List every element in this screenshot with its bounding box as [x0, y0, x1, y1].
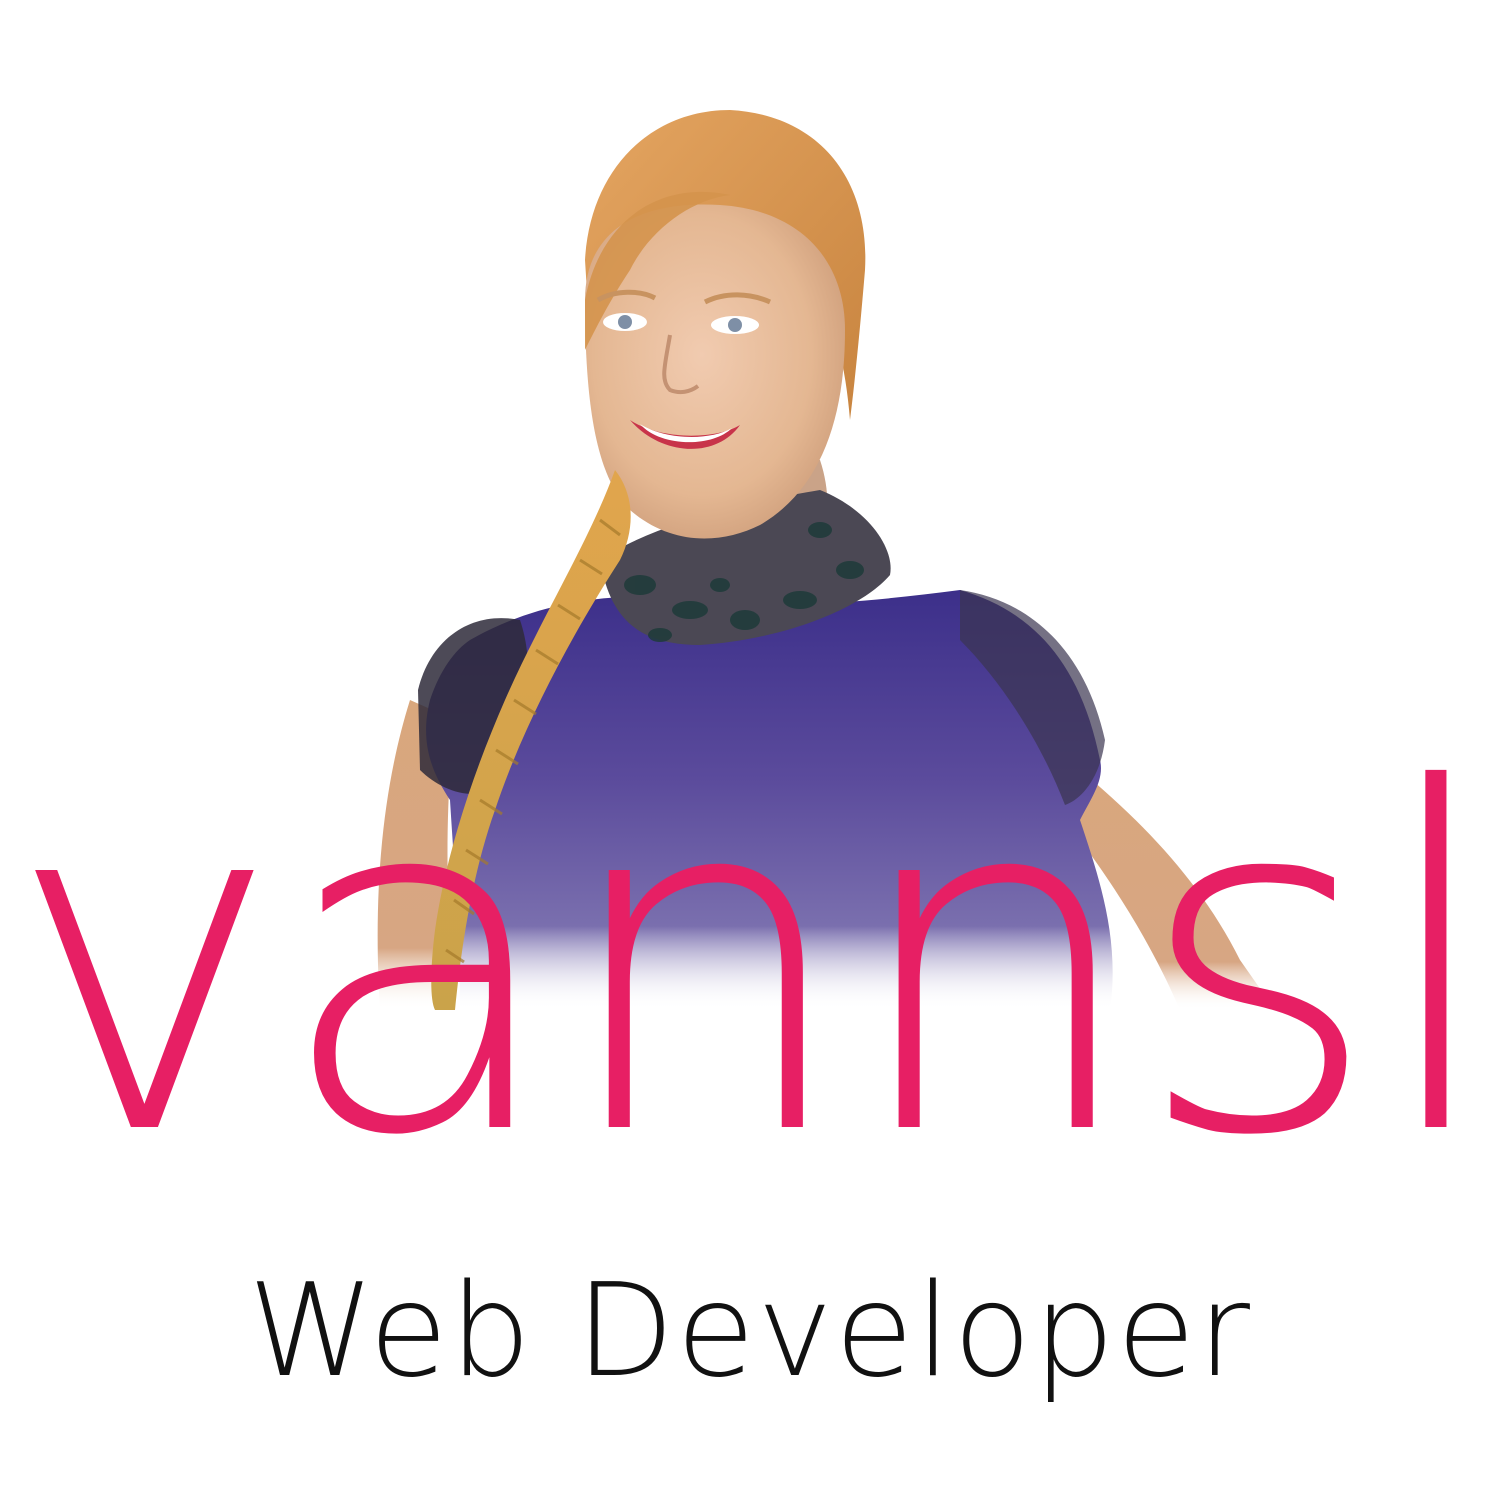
brand-name: vannsl — [5, 691, 1500, 1238]
logo-canvas: vannsl Web Developer — [0, 0, 1500, 1500]
tagline: Web Developer — [247, 1257, 1253, 1406]
